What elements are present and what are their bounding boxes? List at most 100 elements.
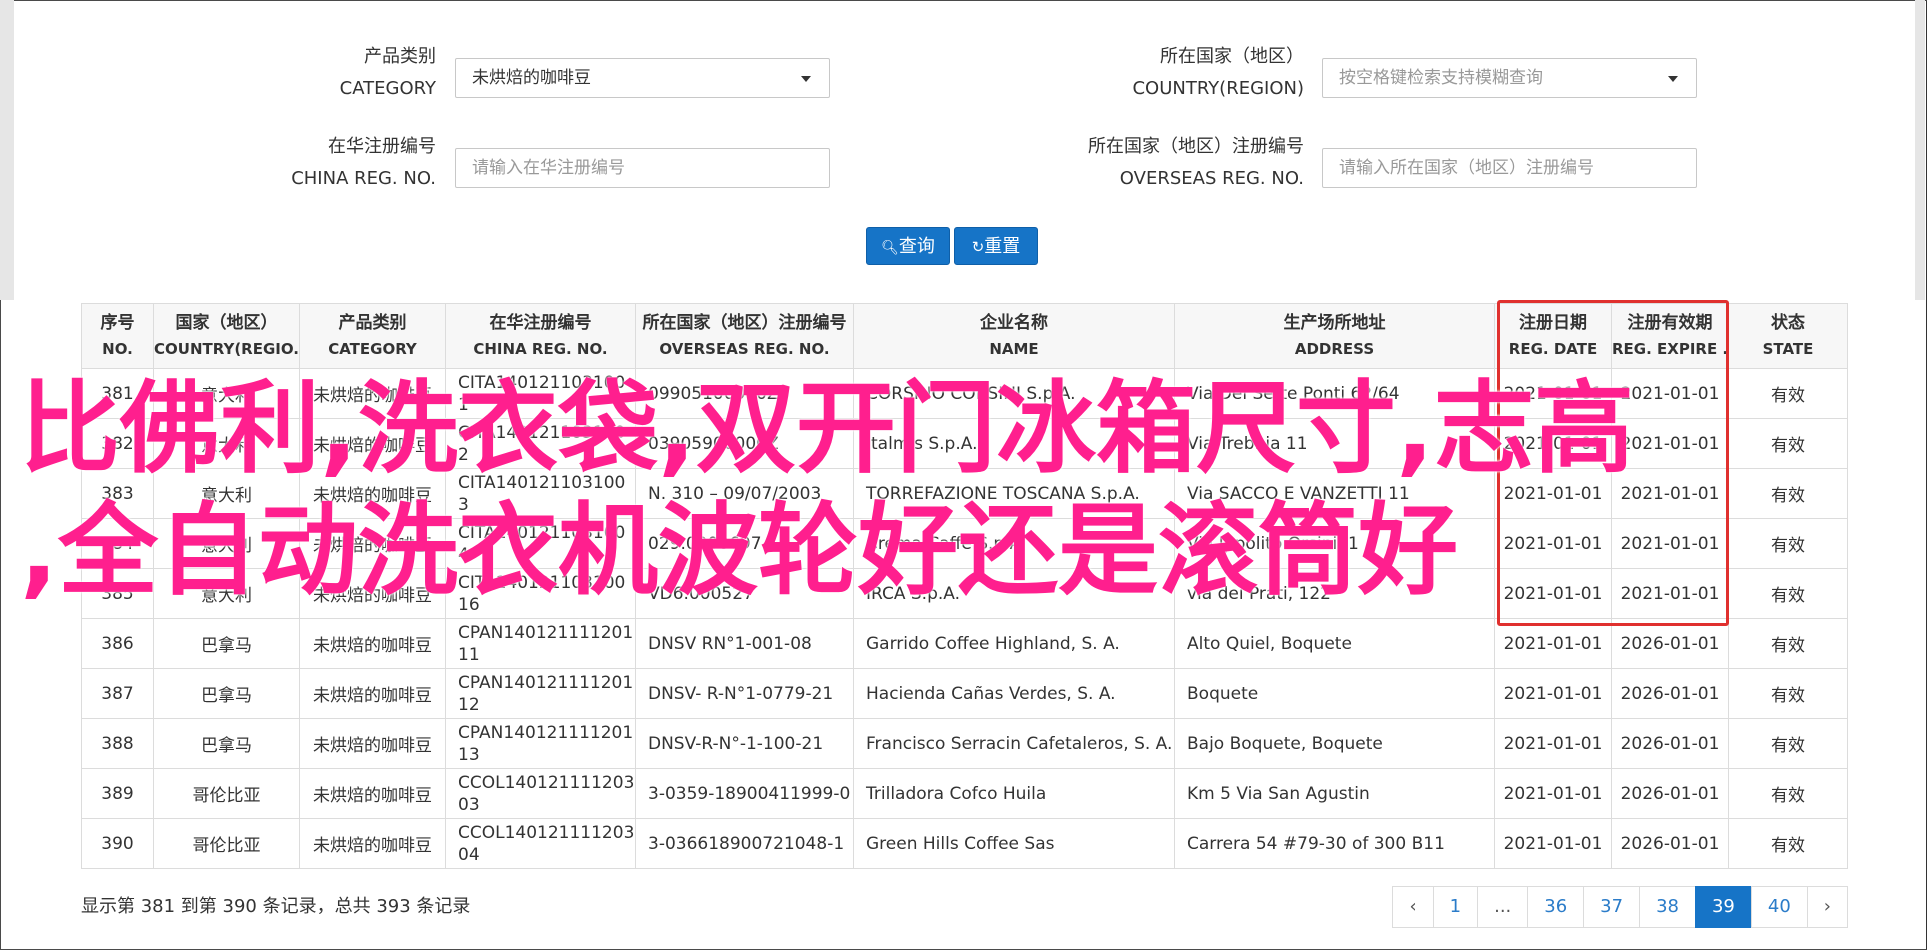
column-header-cn: 所在国家（地区）注册编号 bbox=[642, 313, 847, 333]
reset-button-label: 重置 bbox=[984, 236, 1021, 257]
column-header-cn: 生产场所地址 bbox=[1283, 313, 1386, 333]
cell-china-reg: CPAN14012111120113 bbox=[445, 718, 636, 769]
cell-category: 未烘焙的咖啡豆 bbox=[299, 718, 446, 769]
column-header[interactable]: 状态 STATE bbox=[1728, 303, 1848, 369]
cell-country: 巴拿马 bbox=[153, 718, 300, 769]
table-row[interactable]: 386 巴拿马 未烘焙的咖啡豆 CPAN14012111120111 DNSV RN°1… bbox=[81, 618, 1848, 669]
column-header[interactable]: 国家（地区） COUNTRY(REGIO... bbox=[153, 303, 300, 369]
country-label-en: COUNTRY(REGION) bbox=[1132, 78, 1304, 99]
cell-country: 巴拿马 bbox=[153, 668, 300, 719]
column-header-cn: 国家（地区） bbox=[175, 313, 278, 333]
cell-china-reg: CCOL14012111120304 bbox=[445, 818, 636, 869]
column-header-en: CHINA REG. NO. bbox=[473, 340, 608, 358]
pagination-page-39[interactable]: 39 bbox=[1694, 886, 1752, 928]
cell-reg-date: 2021-01-01 bbox=[1494, 818, 1612, 869]
country-select-placeholder: 按空格键检索支持模糊查询 bbox=[1339, 68, 1543, 88]
column-header[interactable]: 所在国家（地区）注册编号 OVERSEAS REG. NO. bbox=[635, 303, 854, 369]
cell-country: 哥伦比亚 bbox=[153, 818, 300, 869]
pagination-prev-button[interactable]: ‹ bbox=[1392, 886, 1434, 928]
country-select[interactable]: 按空格键检索支持模糊查询 bbox=[1322, 58, 1697, 98]
category-label: 产品类别 CATEGORY bbox=[280, 41, 436, 105]
overlay-line-1: 比佛利,洗衣袋,双开门冰箱尺寸,志高 bbox=[20, 370, 1634, 487]
overseas-reg-placeholder: 请输入所在国家（地区）注册编号 bbox=[1339, 158, 1594, 178]
column-header[interactable]: 企业名称 NAME bbox=[853, 303, 1175, 369]
cell-no: 389 bbox=[81, 768, 154, 819]
category-label-cn: 产品类别 bbox=[364, 46, 436, 67]
column-header[interactable]: 序号 NO. bbox=[81, 303, 154, 369]
cell-name: Garrido Coffee Highland, S. A. bbox=[853, 618, 1175, 669]
column-header-en: OVERSEAS REG. NO. bbox=[659, 340, 830, 358]
pagination-page-38[interactable]: 38 bbox=[1639, 886, 1696, 928]
cell-text: CCOL14012111120303 bbox=[458, 772, 635, 815]
pagination-page-ellipsis[interactable]: ... bbox=[1477, 886, 1529, 928]
cell-no: 386 bbox=[81, 618, 154, 669]
cell-reg-date: 2021-01-01 bbox=[1494, 668, 1612, 719]
cell-expire: 2026-01-01 bbox=[1611, 618, 1729, 669]
column-header-cn: 企业名称 bbox=[980, 313, 1048, 333]
category-select-value: 未烘焙的咖啡豆 bbox=[472, 68, 591, 88]
china-reg-input[interactable]: 请输入在华注册编号 bbox=[455, 148, 830, 188]
pagination-page-1[interactable]: 1 bbox=[1432, 886, 1479, 928]
cell-address: Alto Quiel, Boquete bbox=[1174, 618, 1495, 669]
pagination-page-37[interactable]: 37 bbox=[1583, 886, 1641, 928]
cell-overseas-reg: 3-036618900721048-1 bbox=[635, 818, 854, 869]
left-edge-bar bbox=[0, 0, 14, 300]
cell-overseas-reg: DNSV-R-N°-1-100-21 bbox=[635, 718, 854, 769]
cell-text: CPAN14012111120112 bbox=[458, 672, 634, 715]
cell-name: Green Hills Coffee Sas bbox=[853, 818, 1175, 869]
chevron-down-icon bbox=[801, 76, 811, 82]
column-header-en: NO. bbox=[102, 340, 133, 358]
table-row[interactable]: 389 哥伦比亚 未烘焙的咖啡豆 CCOL14012111120303 3-0359-1… bbox=[81, 768, 1848, 819]
cell-expire: 2026-01-01 bbox=[1611, 718, 1729, 769]
china-reg-placeholder: 请输入在华注册编号 bbox=[472, 158, 625, 178]
cell-state: 有效 bbox=[1728, 668, 1848, 719]
cell-no: 387 bbox=[81, 668, 154, 719]
search-button[interactable]: 🔍︎查询 bbox=[866, 227, 950, 265]
cell-no: 390 bbox=[81, 818, 154, 869]
cell-china-reg: CPAN14012111120111 bbox=[445, 618, 636, 669]
cell-address: Km 5 Via San Agustin bbox=[1174, 768, 1495, 819]
cell-reg-date: 2021-01-01 bbox=[1494, 618, 1612, 669]
cell-no: 388 bbox=[81, 718, 154, 769]
table-row[interactable]: 390 哥伦比亚 未烘焙的咖啡豆 CCOL14012111120304 3-036618… bbox=[81, 818, 1848, 869]
cell-state: 有效 bbox=[1728, 718, 1848, 769]
cell-state: 有效 bbox=[1728, 618, 1848, 669]
search-icon: 🔍︎ bbox=[881, 240, 899, 256]
cell-category: 未烘焙的咖啡豆 bbox=[299, 768, 446, 819]
cell-expire: 2026-01-01 bbox=[1611, 768, 1729, 819]
vertical-scrollbar[interactable] bbox=[1915, 0, 1925, 300]
pagination-page-40[interactable]: 40 bbox=[1750, 886, 1808, 928]
cell-name: Hacienda Cañas Verdes, S. A. bbox=[853, 668, 1175, 719]
overseas-reg-label-en: OVERSEAS REG. NO. bbox=[1119, 168, 1304, 189]
reset-button[interactable]: ↻重置 bbox=[954, 227, 1038, 265]
cell-address: Carrera 54 #79-30 of 300 B11 bbox=[1174, 818, 1495, 869]
column-header-en: COUNTRY(REGIO... bbox=[154, 340, 300, 358]
cell-address: Bajo Boquete, Boquete bbox=[1174, 718, 1495, 769]
cell-china-reg: CCOL14012111120303 bbox=[445, 768, 636, 819]
table-row[interactable]: 388 巴拿马 未烘焙的咖啡豆 CPAN14012111120113 DNSV-R-N°… bbox=[81, 718, 1848, 769]
column-header[interactable]: 产品类别 CATEGORY bbox=[299, 303, 446, 369]
cell-china-reg: CPAN14012111120112 bbox=[445, 668, 636, 719]
cell-reg-date: 2021-01-01 bbox=[1494, 718, 1612, 769]
column-header[interactable]: 生产场所地址 ADDRESS bbox=[1174, 303, 1495, 369]
cell-name: Trilladora Cofco Huila bbox=[853, 768, 1175, 819]
column-header-cn: 产品类别 bbox=[338, 313, 407, 333]
column-header[interactable]: 在华注册编号 CHINA REG. NO. bbox=[445, 303, 636, 369]
overseas-reg-label-cn: 所在国家（地区）注册编号 bbox=[1088, 136, 1304, 157]
cell-expire: 2026-01-01 bbox=[1611, 818, 1729, 869]
cell-country: 哥伦比亚 bbox=[153, 768, 300, 819]
column-header-en: STATE bbox=[1762, 340, 1814, 358]
overlay-line-2: ,全自动洗衣机波轮好还是滚筒好 bbox=[20, 492, 1458, 609]
pagination-next-button[interactable]: › bbox=[1806, 886, 1848, 928]
overseas-reg-input[interactable]: 请输入所在国家（地区）注册编号 bbox=[1322, 148, 1697, 188]
cell-state: 有效 bbox=[1728, 818, 1848, 869]
cell-category: 未烘焙的咖啡豆 bbox=[299, 618, 446, 669]
cell-text: CPAN14012111120113 bbox=[458, 722, 634, 765]
table-row[interactable]: 387 巴拿马 未烘焙的咖啡豆 CPAN14012111120112 DNSV- R-N… bbox=[81, 668, 1848, 719]
category-select[interactable]: 未烘焙的咖啡豆 bbox=[455, 58, 830, 98]
cell-text: CCOL14012111120304 bbox=[458, 822, 635, 865]
refresh-icon: ↻ bbox=[971, 238, 985, 256]
overlay-banner-text: 比佛利,洗衣袋,双开门冰箱尺寸,志高 ,全自动洗衣机波轮好还是滚筒好 bbox=[20, 368, 1920, 612]
pagination-page-36[interactable]: 36 bbox=[1527, 886, 1585, 928]
cell-expire: 2026-01-01 bbox=[1611, 668, 1729, 719]
